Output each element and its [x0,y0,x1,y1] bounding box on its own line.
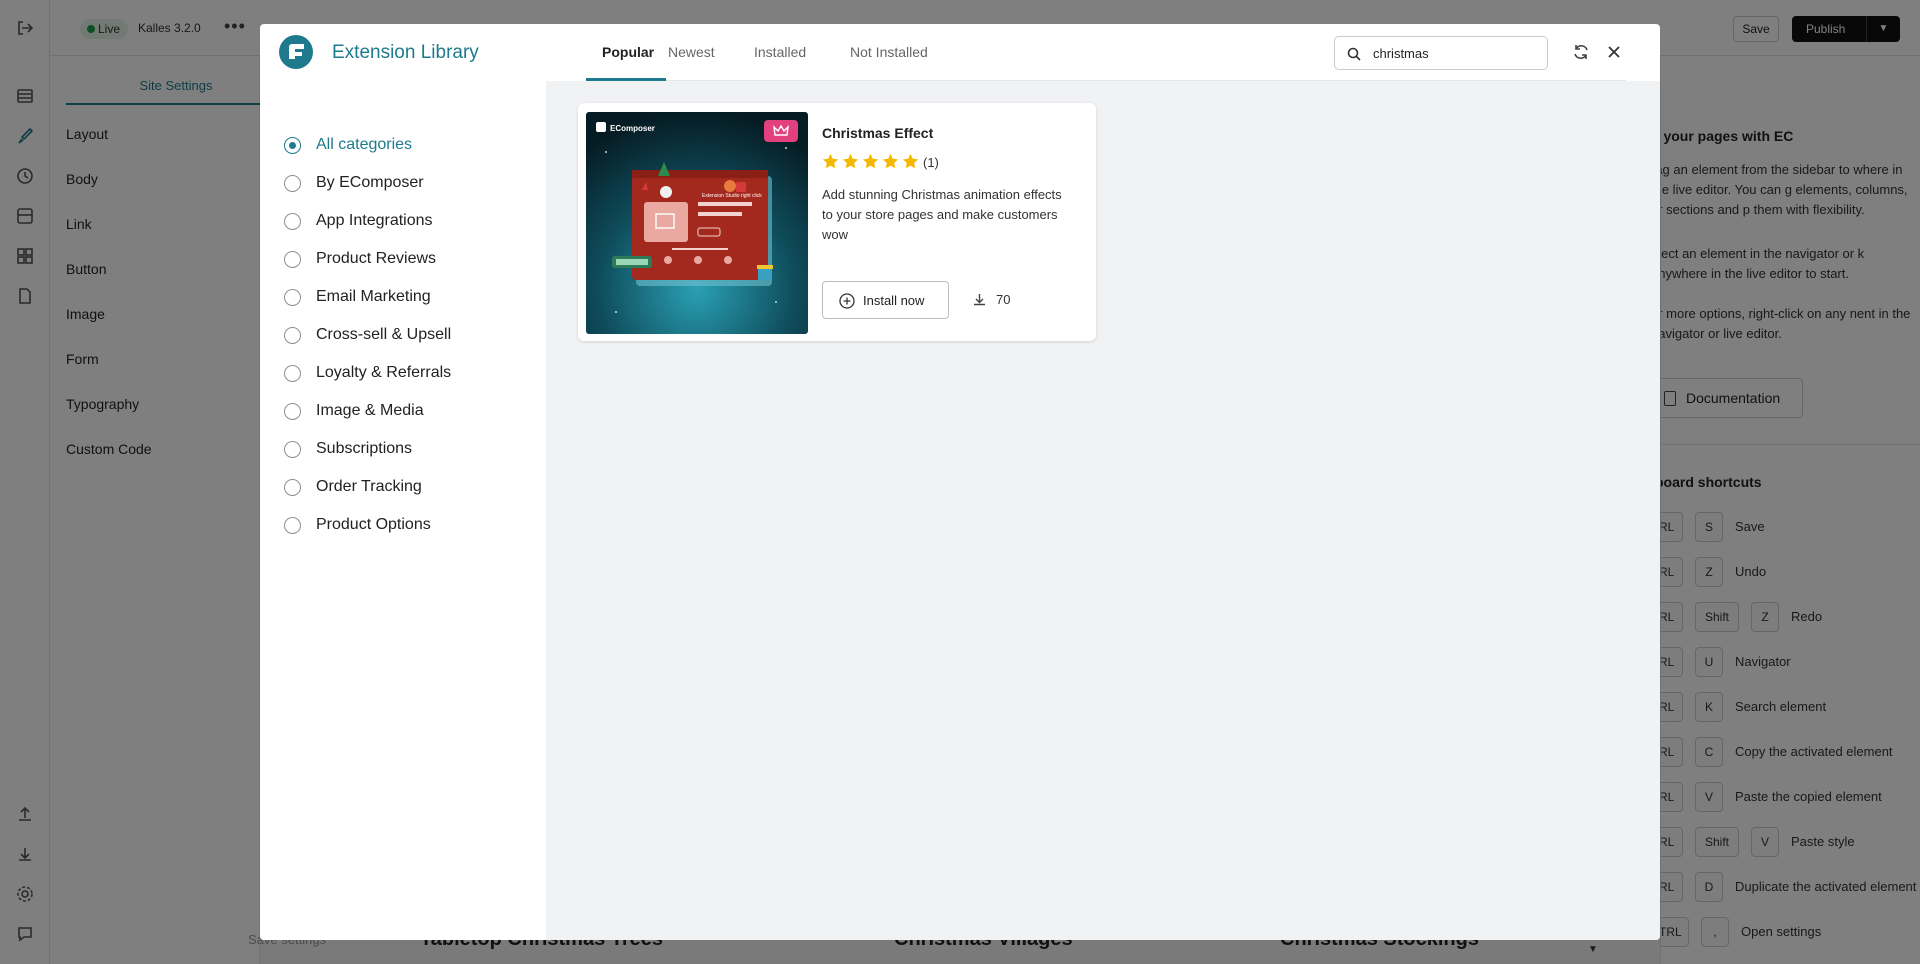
rating-count: (1) [923,155,939,170]
category-label: App Integrations [316,212,433,229]
category-order-tracking[interactable]: Order Tracking [284,476,524,500]
tab-newest[interactable]: Newest [668,44,715,60]
ecomposer-logo-icon [279,35,313,69]
modal-header: Extension Library Popular Newest Install… [260,24,1660,81]
category-sidebar: All categories By EComposer App Integrat… [260,80,546,940]
radio-button[interactable] [284,251,301,268]
category-by-ecomposer[interactable]: By EComposer [284,172,524,196]
category-label: Email Marketing [316,288,431,305]
star-icon [902,153,919,169]
star-icon [862,153,879,169]
category-loyalty-referrals[interactable]: Loyalty & Referrals [284,362,524,386]
category-cross-sell-upsell[interactable]: Cross-sell & Upsell [284,324,524,348]
search-icon [1347,47,1361,61]
search-box[interactable] [1334,36,1548,70]
search-input[interactable] [1373,43,1539,63]
category-app-integrations[interactable]: App Integrations [284,210,524,234]
star-icon [882,153,899,169]
radio-button[interactable] [284,137,301,154]
crown-icon [764,120,798,142]
category-product-options[interactable]: Product Options [284,514,524,538]
refresh-icon[interactable] [1572,43,1590,61]
category-product-reviews[interactable]: Product Reviews [284,248,524,272]
tab-installed[interactable]: Installed [754,44,806,60]
install-label: Install now [863,292,925,308]
download-icon [974,294,985,306]
install-now-button[interactable]: Install now [822,281,949,319]
close-icon[interactable] [1605,43,1623,61]
star-icon [842,153,859,169]
radio-button[interactable] [284,517,301,534]
category-label: By EComposer [316,174,424,191]
category-label: Product Reviews [316,250,437,267]
star-icon [822,153,839,169]
radio-button[interactable] [284,213,301,230]
category-label: Subscriptions [316,440,413,457]
thumbnail-caption: Extension Studio right click [702,193,762,199]
radio-button[interactable] [284,327,301,344]
plus-circle-icon [839,293,855,309]
category-all[interactable]: All categories [284,134,524,158]
extension-title[interactable]: Christmas Effect [822,125,933,141]
tab-not-installed[interactable]: Not Installed [850,44,928,60]
download-count-value: 70 [996,292,1011,307]
category-label: Loyalty & Referrals [316,364,452,381]
radio-button[interactable] [284,479,301,496]
category-label: Product Options [316,516,431,533]
category-label: All categories [316,136,413,153]
thumbnail-brand: EComposer [610,124,655,133]
extension-description: Add stunning Christmas animation effects… [822,187,1062,242]
radio-button[interactable] [284,403,301,420]
extension-library-modal: Extension Library Popular Newest Install… [260,24,1660,940]
category-label: Image & Media [316,402,424,419]
category-email-marketing[interactable]: Email Marketing [284,286,524,310]
modal-title: Extension Library [332,42,479,63]
category-image-media[interactable]: Image & Media [284,400,524,424]
radio-button[interactable] [284,441,301,458]
category-label: Order Tracking [316,478,422,495]
category-label: Cross-sell & Upsell [316,326,452,343]
extension-thumbnail: EComposer Extension Studio right click [586,112,808,334]
category-subscriptions[interactable]: Subscriptions [284,438,524,462]
radio-button[interactable] [284,175,301,192]
christmas-preview-image: EComposer Extension Studio right click [586,112,808,334]
extension-card[interactable]: EComposer Extension Studio right click C… [578,103,1096,341]
radio-button[interactable] [284,365,301,382]
tab-popular[interactable]: Popular [602,44,654,60]
radio-button[interactable] [284,289,301,306]
